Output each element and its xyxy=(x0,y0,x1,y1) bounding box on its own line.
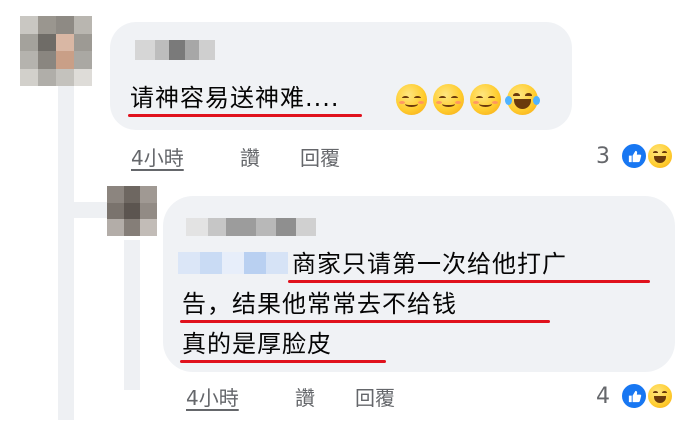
author-name-blur-2 xyxy=(178,252,288,274)
thread-connector xyxy=(58,202,108,218)
text-underline xyxy=(180,360,386,363)
like-button[interactable]: 讚 xyxy=(295,385,315,411)
author-name[interactable] xyxy=(186,218,316,236)
avatar[interactable] xyxy=(20,16,92,86)
comment-timestamp[interactable]: 4小時 xyxy=(131,145,184,171)
comment-text: 告，结果他常常去不给钱 xyxy=(182,290,457,318)
like-button[interactable]: 讚 xyxy=(240,145,260,171)
comment-text: 商家只请第一次给他打广 xyxy=(292,250,567,278)
thread-line-reply xyxy=(124,240,140,390)
like-icon[interactable] xyxy=(620,382,648,410)
relieved-smile-emoji xyxy=(396,84,427,115)
relieved-smile-emoji xyxy=(433,84,464,115)
text-underline xyxy=(180,320,550,323)
like-icon[interactable] xyxy=(620,142,648,170)
text-underline xyxy=(128,114,362,117)
comment-text: 真的是厚脸皮 xyxy=(182,330,332,358)
relieved-smile-emoji xyxy=(470,84,501,115)
avatar[interactable] xyxy=(107,186,157,236)
reply-button[interactable]: 回覆 xyxy=(300,145,340,171)
comment-text: 请神容易送神难.... xyxy=(130,84,340,112)
comment-timestamp[interactable]: 4小時 xyxy=(186,385,239,411)
text-underline xyxy=(288,280,650,283)
haha-icon[interactable] xyxy=(646,382,674,410)
reply-button[interactable]: 回覆 xyxy=(355,385,395,411)
laughing-tears-emoji xyxy=(505,84,540,115)
reaction-count[interactable]: 4 xyxy=(596,383,610,411)
reaction-count[interactable]: 3 xyxy=(596,143,610,171)
haha-icon[interactable] xyxy=(646,142,674,170)
author-name[interactable] xyxy=(135,40,215,60)
thread-line-root xyxy=(58,80,74,420)
